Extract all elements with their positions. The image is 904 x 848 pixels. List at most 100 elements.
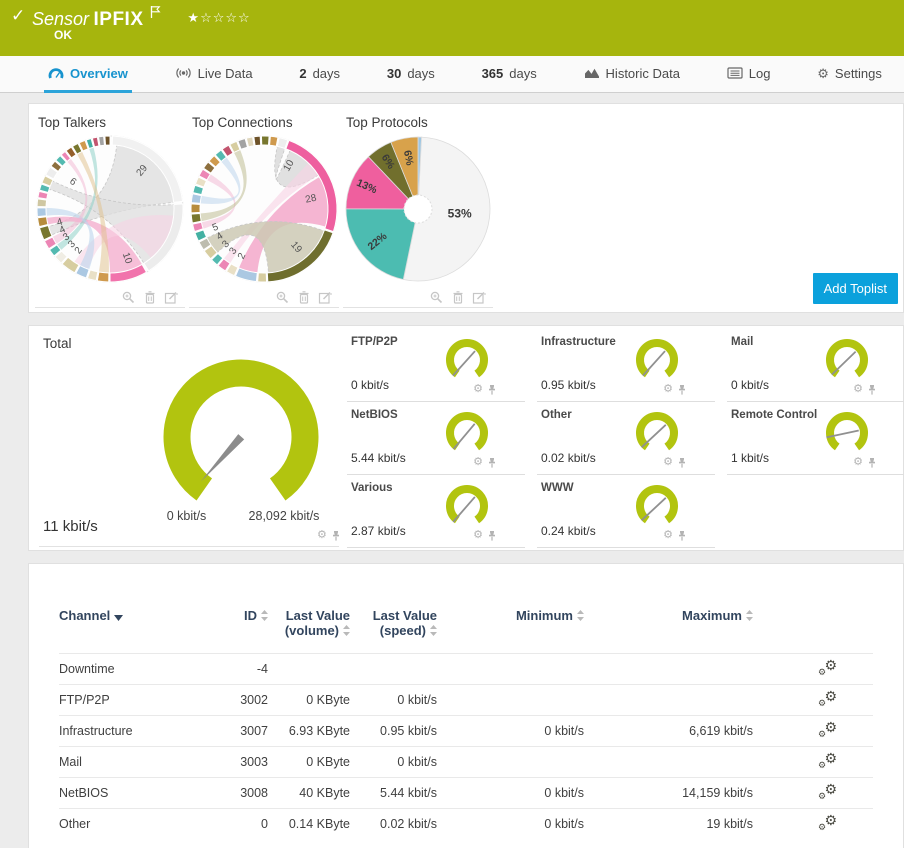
delete-icon[interactable] (143, 290, 157, 305)
sort-icon (343, 624, 350, 639)
gauge-channel-label: FTP/P2P (351, 336, 398, 348)
pin-icon[interactable] (487, 530, 497, 543)
cell-channel: Infrastructure (59, 724, 237, 738)
gear-icon[interactable]: ⚙ (473, 384, 483, 397)
zoom-icon[interactable] (275, 290, 290, 305)
cell-last-value-volume: 0 KByte (268, 755, 350, 769)
tab-overview[interactable]: Overview (44, 56, 132, 93)
gauge-empty-cell (727, 475, 904, 548)
gauge-channel-value: 0 kbit/s (351, 378, 389, 392)
pin-icon[interactable] (867, 457, 877, 470)
sort-icon (577, 609, 584, 624)
top-connections-chart[interactable]: 10281923345 (189, 134, 339, 284)
gear-icon[interactable]: ⚙ (317, 530, 327, 543)
table-row-other: Other 0 0.14 KByte 0.02 kbit/s 0 kbit/s … (59, 808, 873, 839)
cell-channel: NetBIOS (59, 786, 237, 800)
tab-log[interactable]: Log (723, 56, 775, 93)
total-gauge (141, 352, 341, 532)
star-empty-icon[interactable]: ☆ (200, 10, 213, 25)
pin-icon[interactable] (487, 384, 497, 397)
gear-icon[interactable]: ⚙ (663, 530, 673, 543)
svg-text:53%: 53% (448, 207, 472, 221)
gauge-min-label: 0 kbit/s (139, 509, 234, 523)
toplist-title: Top Connections (189, 115, 339, 130)
tab-settings[interactable]: ⚙Settings (813, 56, 886, 93)
top-talkers-chart[interactable]: 2961023344 (35, 134, 185, 284)
edit-icon[interactable] (472, 290, 487, 305)
pin-icon[interactable] (331, 530, 341, 543)
gauge-ftp-p2p: FTP/P2P 0 kbit/s ⚙ (347, 329, 525, 402)
cell-last-value-volume: 0 KByte (268, 693, 350, 707)
column-header-last-value[interactable]: Last Value(volume) (268, 608, 350, 653)
star-empty-icon[interactable]: ☆ (213, 10, 226, 25)
gear-icon[interactable]: ⚙ (853, 384, 863, 397)
top-protocols-chart[interactable]: 53%22%13%6%6% (343, 134, 493, 284)
gauge-channel-value: 0 kbit/s (731, 378, 769, 392)
cell-channel: Mail (59, 755, 237, 769)
sort-icon (746, 609, 753, 624)
channel-settings-icon[interactable]: ⚙⚙ (818, 815, 837, 831)
table-row-ftp-p2p: FTP/P2P 3002 0 KByte 0 kbit/s ⚙⚙ (59, 684, 873, 715)
tab-historic-data[interactable]: Historic Data (580, 56, 684, 93)
gear-icon[interactable]: ⚙ (663, 384, 673, 397)
toplist-title: Top Protocols (343, 115, 493, 130)
cell-id: 3003 (237, 755, 268, 769)
pin-icon[interactable] (867, 384, 877, 397)
pin-icon[interactable] (677, 530, 687, 543)
column-header-maximum[interactable]: Maximum (584, 608, 753, 653)
star-filled-icon[interactable]: ★ (187, 10, 200, 25)
gauge-channel-label: Other (541, 409, 572, 421)
cell-last-value-volume: 40 KByte (268, 786, 350, 800)
cell-id: -4 (237, 662, 268, 676)
toplist-title: Top Talkers (35, 115, 185, 130)
sensor-status-badge: OK (54, 28, 72, 42)
sort-icon (261, 609, 268, 624)
gauge-other: Other 0.02 kbit/s ⚙ (537, 402, 715, 475)
delete-icon[interactable] (297, 290, 311, 305)
gear-icon[interactable]: ⚙ (473, 530, 483, 543)
edit-icon[interactable] (318, 290, 333, 305)
channel-settings-icon[interactable]: ⚙⚙ (818, 753, 837, 769)
zoom-icon[interactable] (121, 290, 136, 305)
column-header-id[interactable]: ID (237, 608, 268, 653)
add-toplist-button[interactable]: Add Toplist (813, 273, 898, 304)
channel-settings-icon[interactable]: ⚙⚙ (818, 722, 837, 738)
sensor-name: IPFIX (94, 9, 144, 30)
gauge-channel-value: 2.87 kbit/s (351, 524, 406, 538)
gear-icon[interactable]: ⚙ (853, 457, 863, 470)
tab-365-days[interactable]: 365days (478, 56, 541, 93)
gauge-channel-label: Infrastructure (541, 336, 616, 348)
channel-settings-icon[interactable]: ⚙⚙ (818, 660, 837, 676)
histogram-icon (584, 67, 600, 79)
column-header-actions (753, 608, 873, 653)
pin-icon[interactable] (677, 384, 687, 397)
divider (39, 546, 339, 547)
gear-icon[interactable]: ⚙ (473, 457, 483, 470)
gauge-channel-value: 0.24 kbit/s (541, 524, 596, 538)
star-empty-icon[interactable]: ☆ (238, 10, 251, 25)
cell-minimum: 0 kbit/s (437, 786, 584, 800)
column-header-minimum[interactable]: Minimum (437, 608, 584, 653)
toplist-top-protocols: Top Protocols 53%22%13%6%6% (343, 115, 493, 308)
priority-stars[interactable]: ★☆☆☆☆ (187, 10, 250, 25)
tab-2-days[interactable]: 2days (295, 56, 344, 93)
table-row-netbios: NetBIOS 3008 40 KByte 5.44 kbit/s 0 kbit… (59, 777, 873, 808)
cell-maximum: 19 kbit/s (584, 817, 753, 831)
gauge-max-label: 28,092 kbit/s (229, 509, 339, 523)
channel-settings-icon[interactable]: ⚙⚙ (818, 784, 837, 800)
tab-live-data[interactable]: Live Data (171, 56, 257, 93)
gauge-netbios: NetBIOS 5.44 kbit/s ⚙ (347, 402, 525, 475)
column-header-channel[interactable]: Channel (59, 608, 237, 653)
edit-icon[interactable] (164, 290, 179, 305)
zoom-icon[interactable] (429, 290, 444, 305)
column-header-last-value[interactable]: Last Value(speed) (350, 608, 437, 653)
channel-settings-icon[interactable]: ⚙⚙ (818, 691, 837, 707)
gear-icon[interactable]: ⚙ (663, 457, 673, 470)
star-empty-icon[interactable]: ☆ (225, 10, 238, 25)
pin-icon[interactable] (677, 457, 687, 470)
pin-icon[interactable] (487, 457, 497, 470)
sensor-header: ✓ Sensor IPFIX ★☆☆☆☆ OK (0, 0, 904, 56)
cell-channel: FTP/P2P (59, 693, 237, 707)
delete-icon[interactable] (451, 290, 465, 305)
tab-30-days[interactable]: 30days (383, 56, 439, 93)
